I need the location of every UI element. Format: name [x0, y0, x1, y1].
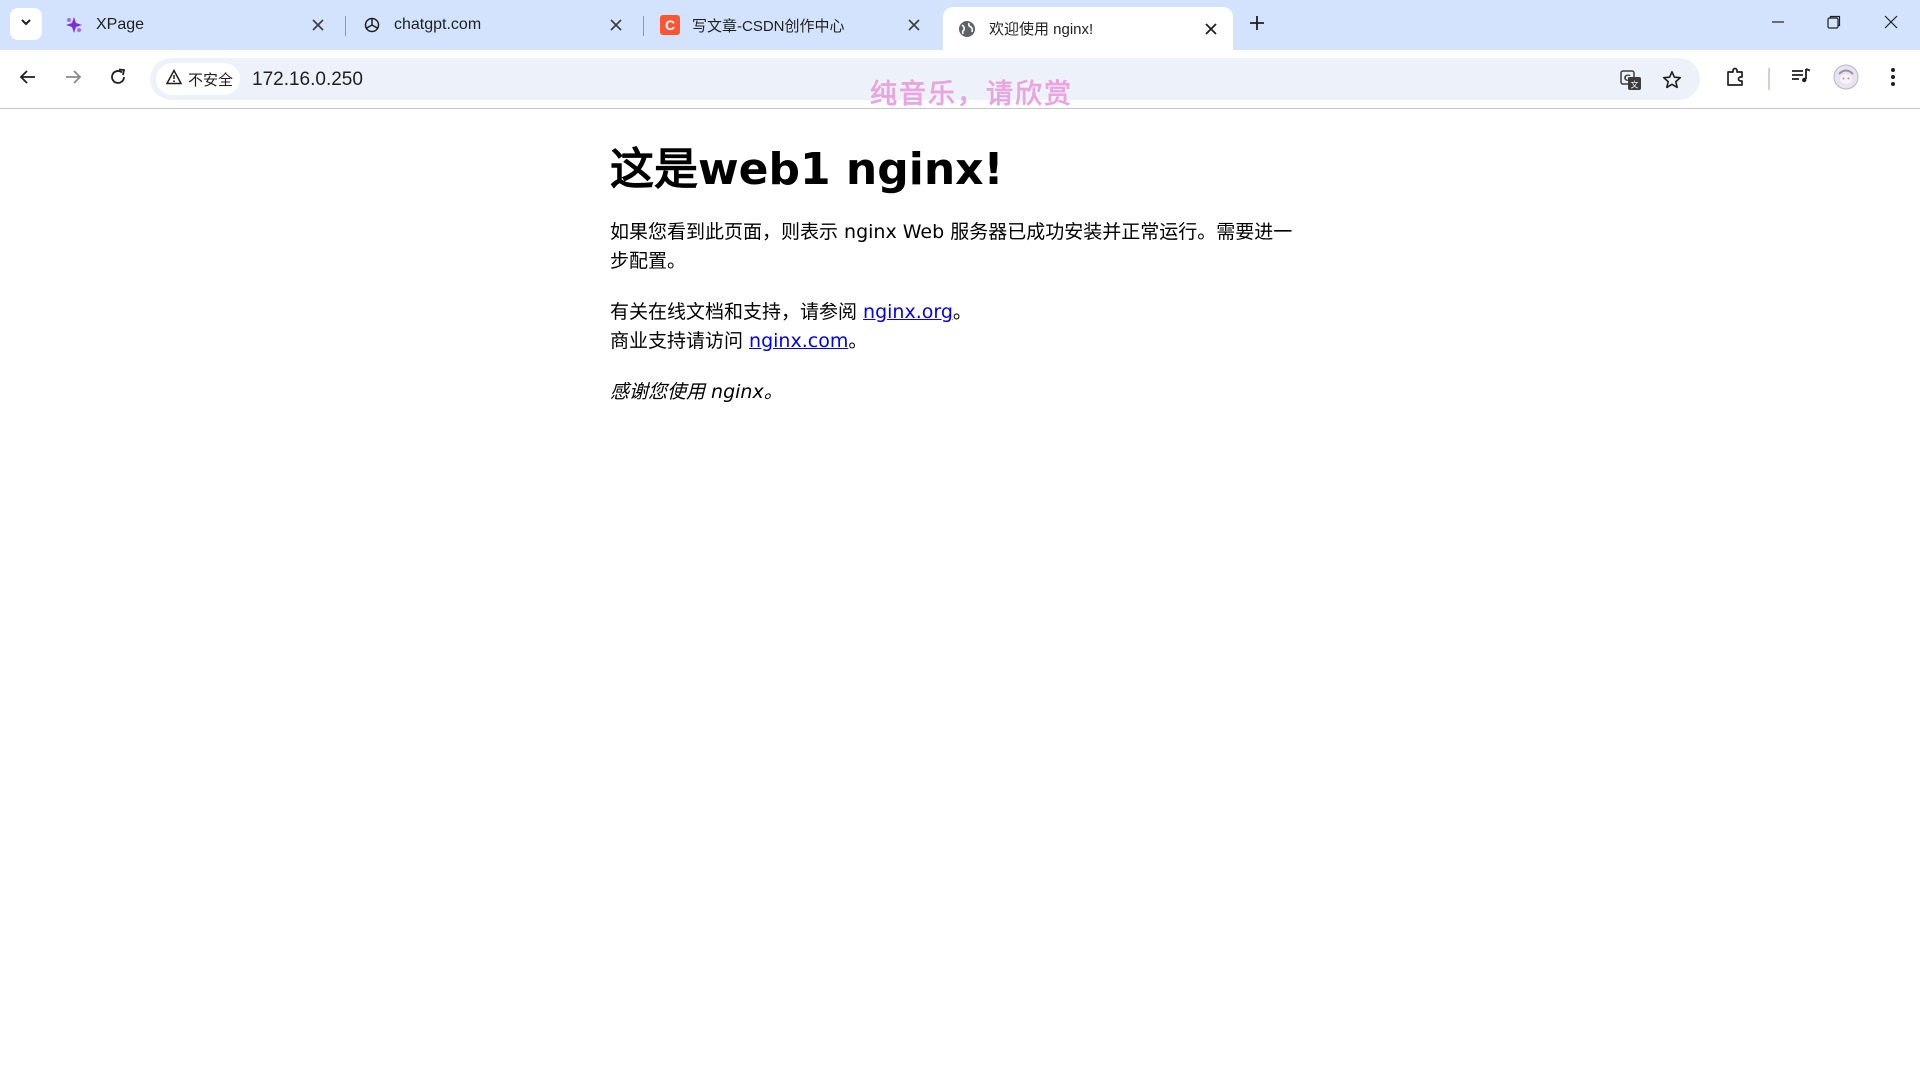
- commercial-text: 商业支持请访问: [610, 330, 750, 352]
- tab-xpage[interactable]: XPage: [50, 8, 340, 42]
- openai-icon: [362, 15, 382, 35]
- tab-title: 写文章-CSDN创作中心: [692, 17, 845, 35]
- url-text[interactable]: 172.16.0.250: [252, 69, 363, 91]
- star-icon[interactable]: [1659, 67, 1685, 93]
- playlist-music-icon: [1790, 66, 1812, 93]
- tab-strip: XPage chatgpt.com C 写文章-CSDN创作中心 欢迎使用 ng…: [0, 0, 1920, 50]
- close-icon[interactable]: [1201, 19, 1221, 39]
- close-icon[interactable]: [308, 15, 328, 35]
- csdn-icon: C: [660, 15, 680, 35]
- plus-icon: [1249, 15, 1265, 36]
- reload-button[interactable]: [104, 65, 132, 93]
- links-paragraph: 有关在线文档和支持，请参阅 nginx.org。 商业支持请访问 nginx.c…: [610, 298, 1310, 356]
- close-icon[interactable]: [606, 15, 626, 35]
- chevron-down-icon: [19, 15, 33, 34]
- docs-text: 有关在线文档和支持，请参阅: [610, 301, 864, 323]
- profile-avatar-button[interactable]: [1832, 64, 1860, 95]
- close-window-button[interactable]: [1871, 6, 1911, 42]
- close-icon: [1884, 15, 1898, 34]
- reload-icon: [109, 68, 127, 91]
- commercial-suffix: 。: [848, 330, 868, 352]
- restore-button[interactable]: [1814, 6, 1854, 42]
- toolbar-divider: [1768, 68, 1770, 90]
- tab-csdn[interactable]: C 写文章-CSDN创作中心: [646, 8, 936, 42]
- browser-toolbar: 不安全 172.16.0.250 纯音乐，请欣赏 G 文: [0, 50, 1920, 109]
- tab-title: XPage: [96, 16, 145, 33]
- minimize-button[interactable]: [1758, 6, 1798, 42]
- arrow-left-icon: [19, 68, 37, 91]
- docs-suffix: 。: [952, 301, 972, 323]
- xpage-icon: [64, 15, 84, 35]
- avatar: [1833, 64, 1859, 95]
- restore-icon: [1827, 15, 1841, 34]
- tab-nginx[interactable]: 欢迎使用 nginx!: [943, 7, 1233, 50]
- puzzle-icon: [1725, 66, 1747, 93]
- overlay-caption: 纯音乐，请欣赏: [870, 79, 1073, 109]
- tab-chatgpt[interactable]: chatgpt.com: [348, 8, 638, 42]
- back-button[interactable]: [14, 65, 42, 93]
- minimize-icon: [1771, 15, 1785, 34]
- extensions-button[interactable]: [1722, 65, 1750, 93]
- security-label: 不安全: [188, 71, 234, 89]
- address-bar[interactable]: 不安全 172.16.0.250 纯音乐，请欣赏 G 文: [150, 58, 1700, 109]
- thanks-text: 感谢您使用 nginx。: [610, 381, 783, 403]
- warning-icon: [165, 68, 188, 89]
- close-icon[interactable]: [904, 15, 924, 35]
- svg-text:文: 文: [1631, 80, 1639, 90]
- globe-icon: [957, 19, 977, 39]
- tab-title: 欢迎使用 nginx!: [989, 21, 1094, 38]
- arrow-right-icon: [64, 68, 82, 91]
- tab-divider: [345, 16, 346, 36]
- media-control-button[interactable]: [1787, 65, 1815, 93]
- more-vertical-icon: [1890, 67, 1896, 92]
- security-indicator[interactable]: 不安全: [156, 63, 240, 95]
- intro-paragraph: 如果您看到此页面，则表示 nginx Web 服务器已成功安装并正常运行。需要进…: [610, 221, 1293, 272]
- tab-divider: [643, 16, 644, 36]
- svg-text:C: C: [665, 17, 675, 33]
- tab-title: chatgpt.com: [394, 16, 482, 33]
- page-title: 这是web1 nginx!: [610, 144, 1004, 195]
- new-tab-button[interactable]: [1243, 11, 1271, 39]
- thanks-paragraph: 感谢您使用 nginx。: [610, 378, 1310, 407]
- tab-search-button[interactable]: [10, 8, 42, 40]
- page-content: 这是web1 nginx! 如果您看到此页面，则表示 nginx Web 服务器…: [610, 108, 1310, 407]
- translate-icon[interactable]: G 文: [1618, 67, 1644, 93]
- nginx-com-link[interactable]: nginx.com: [749, 330, 848, 352]
- menu-button[interactable]: [1879, 65, 1907, 93]
- forward-button[interactable]: [59, 65, 87, 93]
- nginx-org-link[interactable]: nginx.org: [863, 301, 953, 323]
